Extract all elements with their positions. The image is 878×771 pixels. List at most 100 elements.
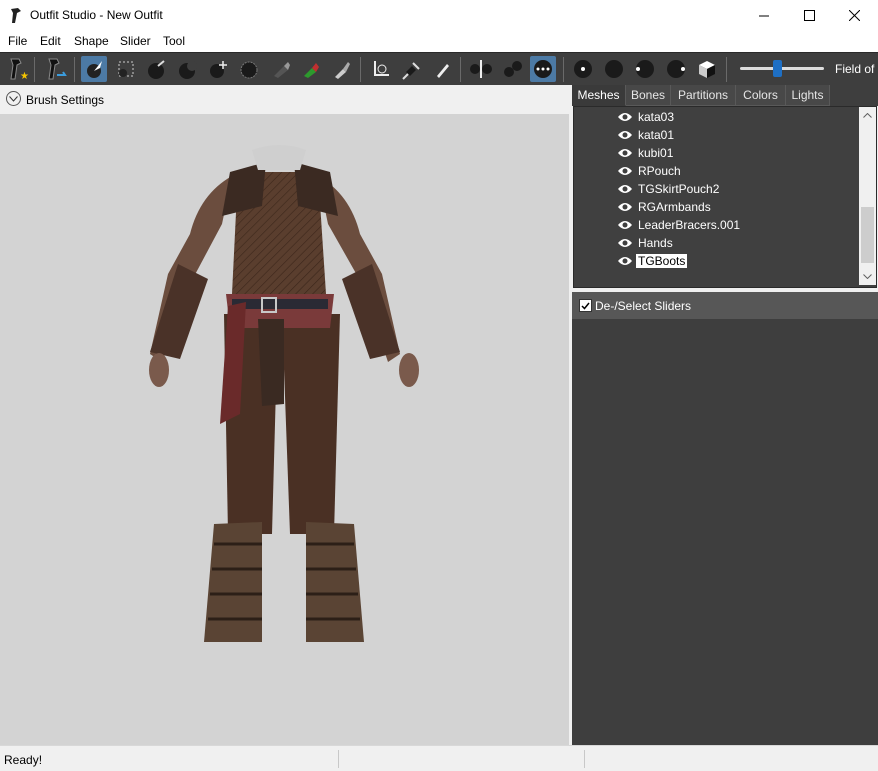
scroll-thumb[interactable]	[861, 207, 874, 263]
window-title: Outfit Studio - New Outfit	[30, 8, 163, 22]
undiff-brush-icon	[274, 62, 290, 78]
mesh-tree-scrollbar[interactable]	[859, 107, 876, 285]
list-item[interactable]: TGSkirtPouch2	[617, 180, 721, 198]
move-brush-icon	[210, 61, 227, 78]
list-item[interactable]: Hands	[617, 234, 675, 252]
mirror-x-icon	[470, 60, 492, 78]
view-left-button[interactable]	[632, 56, 658, 82]
mesh-name: kata03	[638, 110, 675, 124]
vertices-toggle-button[interactable]	[530, 56, 556, 82]
smooth-brush-icon	[240, 61, 258, 79]
select-sliders-label: De-/Select Sliders	[595, 299, 692, 313]
brush-settings-bar[interactable]: Brush Settings	[0, 85, 569, 114]
status-bar: Ready!	[0, 745, 878, 771]
list-item[interactable]: kubi01	[617, 144, 675, 162]
svg-text:★: ★	[20, 71, 29, 81]
new-project-button[interactable]: ★	[4, 56, 30, 82]
deflate-brush-button[interactable]	[174, 56, 200, 82]
tab-bar: Meshes Bones Partitions Colors Lights	[572, 85, 878, 106]
3d-viewport[interactable]	[0, 114, 569, 745]
perspective-cube-button[interactable]	[694, 56, 720, 82]
inflate-brush-icon	[148, 60, 165, 79]
visibility-eye-icon[interactable]	[617, 129, 633, 141]
status-text: Ready!	[4, 753, 43, 767]
scroll-down-arrow[interactable]	[859, 268, 876, 285]
menu-edit[interactable]: Edit	[40, 34, 61, 48]
menu-slider[interactable]: Slider	[120, 34, 151, 48]
toolbar: ★ Field of	[0, 52, 878, 86]
undiff-brush-button[interactable]	[268, 56, 294, 82]
select-sliders-checkbox[interactable]	[579, 299, 592, 312]
visibility-eye-icon[interactable]	[617, 219, 633, 231]
visibility-eye-icon[interactable]	[617, 183, 633, 195]
menu-tool[interactable]: Tool	[163, 34, 185, 48]
minimize-icon	[759, 15, 769, 16]
view-right-button[interactable]	[663, 56, 689, 82]
new-project-icon: ★	[10, 58, 29, 81]
transform-tool-button[interactable]	[368, 56, 394, 82]
connected-only-button[interactable]	[500, 56, 526, 82]
view-left-icon	[636, 60, 654, 78]
mask-brush-button[interactable]	[113, 56, 139, 82]
color-brush-button[interactable]	[329, 56, 355, 82]
menu-shape[interactable]: Shape	[74, 34, 109, 48]
visibility-eye-icon[interactable]	[617, 147, 633, 159]
view-front-icon	[574, 60, 592, 78]
title-bar: Outfit Studio - New Outfit	[0, 0, 878, 31]
right-panel: Meshes Bones Partitions Colors Lights ka…	[572, 85, 878, 745]
mesh-name: RPouch	[638, 164, 681, 178]
scroll-up-arrow[interactable]	[859, 107, 876, 124]
mesh-name: TGSkirtPouch2	[638, 182, 720, 196]
mirror-x-button[interactable]	[468, 56, 494, 82]
list-item[interactable]: kata03	[617, 108, 676, 126]
maximize-icon	[803, 10, 815, 21]
tab-partitions[interactable]: Partitions	[671, 85, 736, 106]
minimize-button[interactable]	[741, 0, 787, 31]
inflate-brush-button[interactable]	[143, 56, 169, 82]
field-of-view-label: Field of	[835, 62, 875, 76]
view-back-button[interactable]	[601, 56, 627, 82]
smooth-brush-button[interactable]	[236, 56, 262, 82]
pivot-tool-button[interactable]	[398, 56, 424, 82]
view-front-button[interactable]	[570, 56, 596, 82]
list-item[interactable]: RGArmbands	[617, 198, 713, 216]
field-of-view-slider[interactable]	[773, 60, 782, 77]
chevron-down-icon	[9, 95, 18, 102]
tab-colors[interactable]: Colors	[736, 85, 786, 106]
list-item[interactable]: RPouch	[617, 162, 683, 180]
select-brush-icon	[87, 61, 102, 78]
visibility-eye-icon[interactable]	[617, 237, 633, 249]
slider-header: De-/Select Sliders	[572, 292, 878, 319]
select-brush-button[interactable]	[81, 56, 107, 82]
visibility-eye-icon[interactable]	[617, 201, 633, 213]
list-item[interactable]: kata01	[617, 126, 676, 144]
visibility-eye-icon[interactable]	[617, 165, 633, 177]
mesh-name: kata01	[638, 128, 675, 142]
visibility-eye-icon[interactable]	[617, 255, 633, 267]
mesh-name: kubi01	[638, 146, 674, 160]
tab-bones[interactable]: Bones	[626, 85, 671, 106]
weight-brush-button[interactable]	[298, 56, 324, 82]
brush-settings-toggle[interactable]	[6, 91, 21, 106]
maximize-button[interactable]	[786, 0, 832, 31]
tab-lights[interactable]: Lights	[786, 85, 830, 106]
tab-meshes[interactable]: Meshes	[572, 85, 626, 106]
mesh-name: TGBoots	[636, 254, 688, 268]
menu-file[interactable]: File	[8, 34, 27, 48]
close-icon	[848, 10, 860, 21]
vertex-edit-button[interactable]	[429, 56, 455, 82]
slider-list[interactable]	[572, 319, 878, 745]
list-item-selected[interactable]: TGBoots	[617, 252, 688, 270]
close-button[interactable]	[831, 0, 877, 31]
list-item[interactable]: LeaderBracers.001	[617, 216, 742, 234]
perspective-cube-icon	[699, 61, 715, 78]
mesh-name: LeaderBracers.001	[638, 218, 741, 232]
menu-bar: File Edit Shape Slider Tool	[0, 31, 878, 52]
chevron-up-icon	[863, 113, 872, 118]
visibility-eye-icon[interactable]	[617, 111, 633, 123]
view-back-icon	[605, 60, 623, 78]
move-brush-button[interactable]	[205, 56, 231, 82]
load-outfit-button[interactable]	[42, 56, 68, 82]
mesh-tree[interactable]: kata03 kata01 kubi01 RPouch TGSkirtPouch…	[573, 106, 877, 288]
field-of-view-track[interactable]	[740, 67, 824, 70]
